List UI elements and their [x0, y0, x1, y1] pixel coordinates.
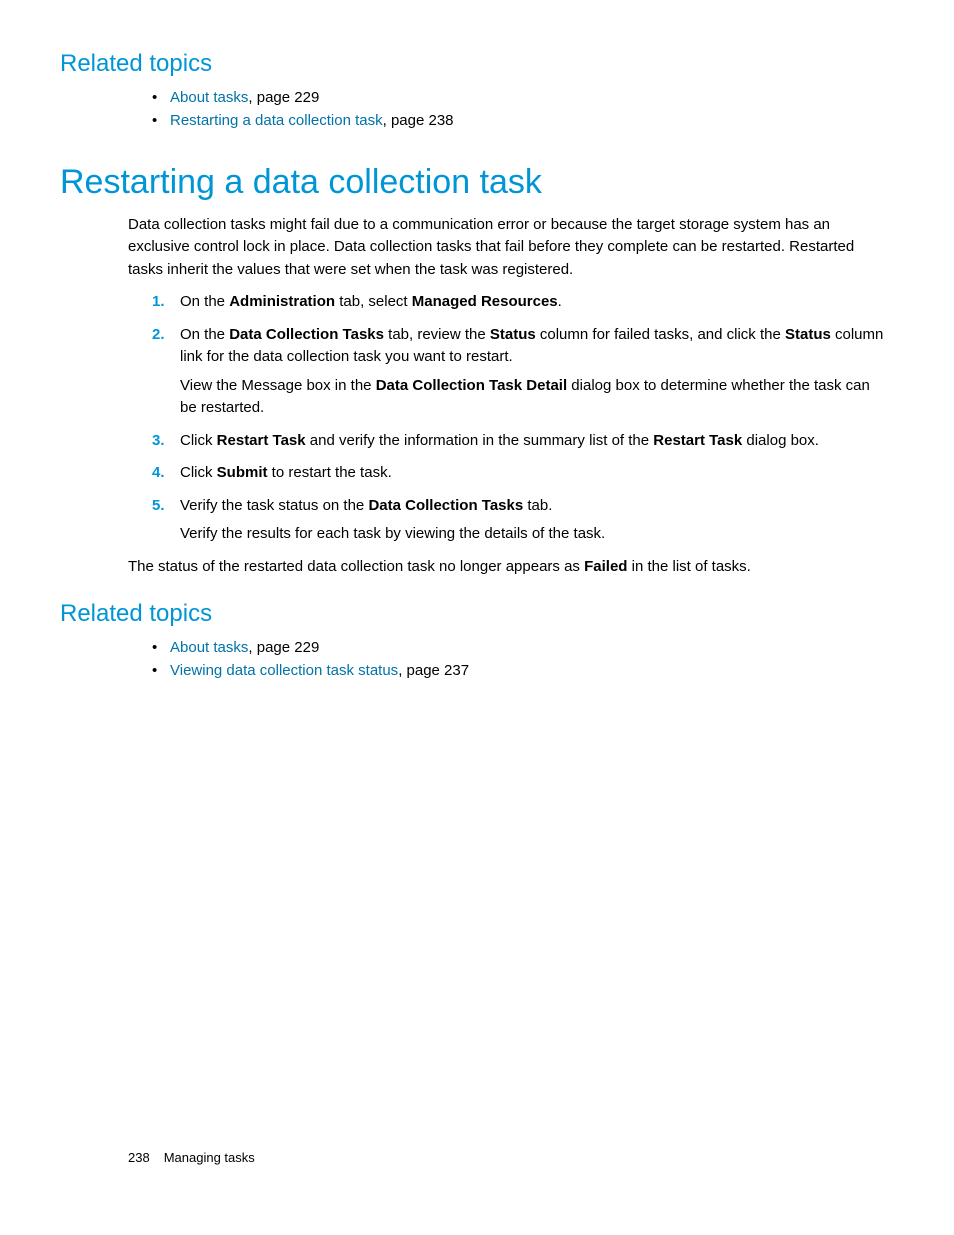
step-1: On the Administration tab, select Manage… — [152, 291, 884, 314]
page-footer: 238 Managing tasks — [128, 1150, 255, 1165]
step-2-sub: View the Message box in the Data Collect… — [180, 375, 884, 420]
procedure-steps: On the Administration tab, select Manage… — [152, 291, 884, 546]
related-topics-heading-1: Related topics — [60, 50, 894, 78]
text: Click — [180, 432, 217, 449]
bold-term: Data Collection Task Detail — [376, 377, 567, 394]
link-restarting-task[interactable]: Restarting a data collection task — [170, 112, 383, 129]
bold-term: Restart Task — [217, 432, 306, 449]
bold-term: Restart Task — [653, 432, 742, 449]
list-item: About tasks, page 229 — [152, 636, 894, 659]
intro-paragraph: Data collection tasks might fail due to … — [128, 214, 884, 282]
step-2: On the Data Collection Tasks tab, review… — [152, 324, 884, 420]
text: Verify the task status on the — [180, 497, 368, 514]
bold-term: Status — [490, 326, 536, 343]
related-topics-list-1: About tasks, page 229 Restarting a data … — [152, 86, 894, 133]
text: to restart the task. — [268, 464, 392, 481]
step-4: Click Submit to restart the task. — [152, 462, 884, 485]
list-item: Viewing data collection task status, pag… — [152, 659, 894, 682]
text: column for failed tasks, and click the — [536, 326, 785, 343]
text: On the — [180, 326, 229, 343]
bold-term: Data Collection Tasks — [368, 497, 523, 514]
text: View the Message box in the — [180, 377, 376, 394]
bold-term: Administration — [229, 293, 335, 310]
text: Click — [180, 464, 217, 481]
bold-term: Submit — [217, 464, 268, 481]
text: dialog box. — [742, 432, 819, 449]
link-suffix: , page 229 — [248, 89, 319, 106]
bold-term: Status — [785, 326, 831, 343]
link-suffix: , page 237 — [398, 662, 469, 679]
page-title: Restarting a data collection task — [60, 163, 894, 202]
related-topics-list-2: About tasks, page 229 Viewing data colle… — [152, 636, 894, 683]
text: The status of the restarted data collect… — [128, 558, 584, 575]
text: tab. — [523, 497, 552, 514]
bold-term: Data Collection Tasks — [229, 326, 384, 343]
link-viewing-status[interactable]: Viewing data collection task status — [170, 662, 398, 679]
bold-term: Managed Resources — [412, 293, 558, 310]
list-item: Restarting a data collection task, page … — [152, 109, 894, 132]
text: tab, select — [335, 293, 412, 310]
step-5: Verify the task status on the Data Colle… — [152, 495, 884, 546]
text: On the — [180, 293, 229, 310]
text: tab, review the — [384, 326, 490, 343]
step-5-sub: Verify the results for each task by view… — [180, 523, 884, 546]
step-3: Click Restart Task and verify the inform… — [152, 430, 884, 453]
text: in the list of tasks. — [627, 558, 750, 575]
text: . — [558, 293, 562, 310]
link-suffix: , page 238 — [383, 112, 454, 129]
closing-paragraph: The status of the restarted data collect… — [128, 556, 884, 579]
footer-section: Managing tasks — [164, 1150, 255, 1165]
bold-term: Failed — [584, 558, 627, 575]
link-about-tasks-2[interactable]: About tasks — [170, 639, 248, 656]
page-number: 238 — [128, 1150, 150, 1165]
text: and verify the information in the summar… — [306, 432, 654, 449]
related-topics-heading-2: Related topics — [60, 600, 894, 628]
list-item: About tasks, page 229 — [152, 86, 894, 109]
link-about-tasks[interactable]: About tasks — [170, 89, 248, 106]
link-suffix: , page 229 — [248, 639, 319, 656]
